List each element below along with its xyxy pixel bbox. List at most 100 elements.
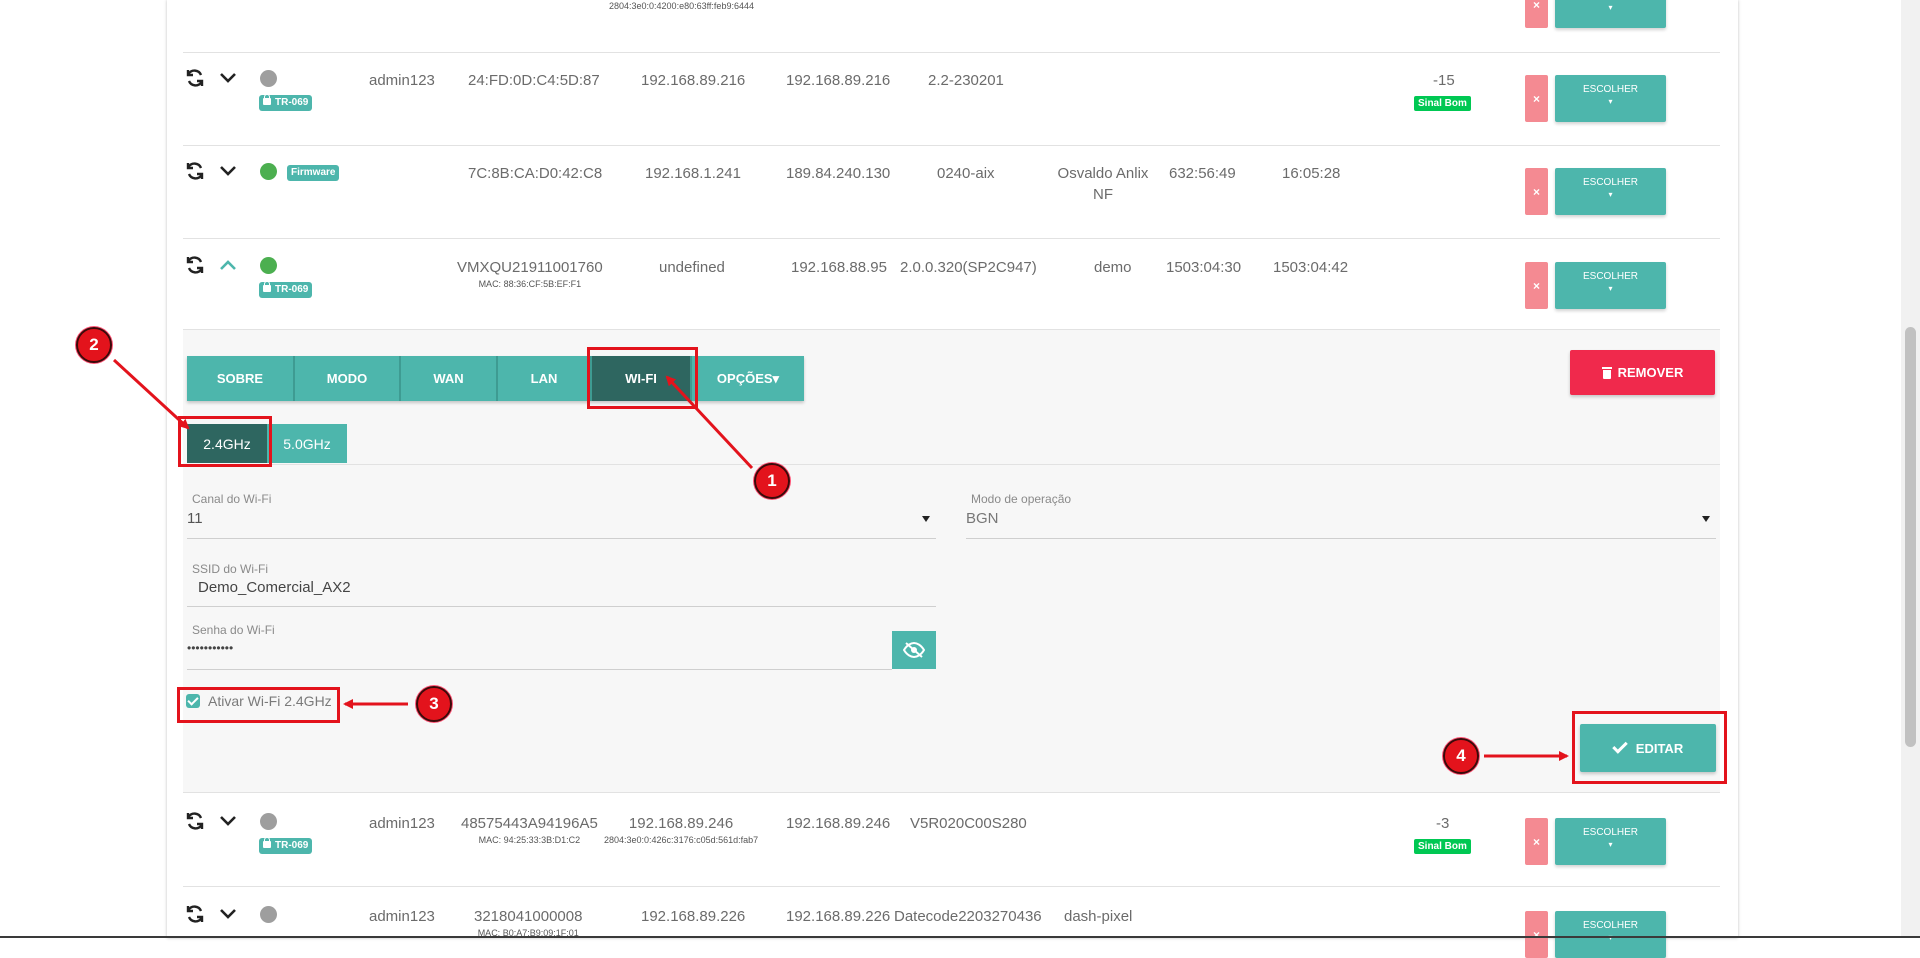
table-row: 2804:3e0:0:4200:e80:63ff:feb9:6444 × ESC… xyxy=(183,0,1720,53)
choose-button[interactable]: ESCOLHER▾ xyxy=(1555,818,1666,865)
signal-cell: -3 xyxy=(1436,815,1450,832)
choose-button[interactable]: ESCOLHER▾ xyxy=(1555,75,1666,122)
sync-icon[interactable] xyxy=(185,811,205,831)
delete-button[interactable]: × xyxy=(1525,75,1548,122)
annotation-marker-1: 1 xyxy=(754,463,790,499)
serial-cell: 3218041000008 MAC: B0:A7:B9:09:1F:01 xyxy=(474,908,583,938)
signal-badge: Sinal Bom xyxy=(1414,96,1471,111)
ip-public-cell: 192.168.89.246 xyxy=(786,815,891,832)
sync-icon[interactable] xyxy=(185,255,205,275)
wifi-ssid-field[interactable]: SSID do Wi-Fi Demo_Comercial_AX2 xyxy=(187,556,936,607)
uptime-cell: 632:56:49 xyxy=(1169,165,1236,182)
status-dot xyxy=(260,70,277,87)
chevron-up-icon[interactable] xyxy=(219,258,237,272)
annotation-marker-2: 2 xyxy=(76,327,112,363)
sync-icon[interactable] xyxy=(185,161,205,181)
firmware-tag: Firmware xyxy=(287,165,340,181)
table-row: admin123 3218041000008 MAC: B0:A7:B9:09:1… xyxy=(183,887,1720,958)
delete-button[interactable]: × xyxy=(1525,0,1548,28)
tab-lan[interactable]: LAN xyxy=(498,356,592,401)
vertical-scrollbar[interactable] xyxy=(1901,0,1920,938)
chevron-down-icon[interactable] xyxy=(219,814,237,828)
sync-icon[interactable] xyxy=(185,68,205,88)
tr069-tag: TR-069 xyxy=(259,94,313,111)
tab-modo[interactable]: MODO xyxy=(295,356,401,401)
detail-tabs: SOBRE MODO WAN LAN WI-FI OPÇÕES▾ xyxy=(187,356,804,401)
choose-button[interactable]: ESCOLHER▾ xyxy=(1555,0,1666,28)
mac-cell: 7C:8B:CA:D0:42:C8 xyxy=(468,165,603,182)
signal-cell: -15 xyxy=(1433,72,1455,89)
uptime-cell: 1503:04:30 xyxy=(1166,259,1242,276)
annotation-marker-3: 3 xyxy=(416,686,452,722)
signal-badge: Sinal Bom xyxy=(1414,839,1471,854)
ip-local-cell: 192.168.89.216 xyxy=(641,72,746,89)
delete-button[interactable]: × xyxy=(1525,262,1548,309)
annotation-marker-4: 4 xyxy=(1443,738,1479,774)
name-cell: demo xyxy=(1094,259,1132,276)
delete-button[interactable]: × xyxy=(1525,911,1548,958)
choose-button[interactable]: ESCOLHER▾ xyxy=(1555,262,1666,309)
tr069-tag: TR-069 xyxy=(259,281,313,298)
scrollbar-thumb[interactable] xyxy=(1905,327,1916,747)
ip-public-cell: 192.168.89.226 xyxy=(786,908,891,925)
divider xyxy=(183,464,1720,465)
eye-slash-icon xyxy=(903,642,925,658)
tab-sobre[interactable]: SOBRE xyxy=(187,356,295,401)
ip-local-cell: 192.168.89.246 2804:3e0:0:426c:3176:c05d:… xyxy=(604,815,759,845)
name-cell: dash-pixel xyxy=(1064,908,1133,925)
version-cell: 2.0.0.320(SP2C947) xyxy=(900,259,1037,276)
user-cell: undefined xyxy=(659,259,725,276)
tab-opcoes[interactable]: OPÇÕES▾ xyxy=(692,356,804,401)
delete-button[interactable]: × xyxy=(1525,168,1548,215)
wifi-password-field[interactable]: Senha do Wi-Fi ••••••••••• xyxy=(187,617,892,670)
status-dot xyxy=(260,163,277,180)
ip-local-cell: 192.168.89.226 xyxy=(641,908,746,925)
chevron-down-icon[interactable] xyxy=(219,164,237,178)
lock-icon xyxy=(263,837,271,848)
sync-icon[interactable] xyxy=(185,904,205,924)
device-detail-panel: SOBRE MODO WAN LAN WI-FI OPÇÕES▾ REMOVER… xyxy=(183,330,1720,793)
lock-icon xyxy=(263,281,271,292)
version-cell: 0240-aix xyxy=(937,165,995,182)
toggle-password-visibility-button[interactable] xyxy=(892,631,936,669)
user-cell: admin123 xyxy=(369,815,435,832)
status-dot xyxy=(260,257,277,274)
ip-local-cell: 192.168.1.241 xyxy=(645,165,741,182)
choose-button[interactable]: ESCOLHER▾ xyxy=(1555,911,1666,958)
chevron-down-icon[interactable] xyxy=(219,907,237,921)
table-row: Firmware 7C:8B:CA:D0:42:C8 192.168.1.241… xyxy=(183,146,1720,239)
ip-public-cell: 189.84.240.130 xyxy=(786,165,891,182)
annotation-box-enable-wifi xyxy=(177,687,340,723)
user-cell: admin123 xyxy=(369,72,435,89)
user-cell: admin123 xyxy=(369,908,435,925)
dropdown-arrow-icon xyxy=(1702,516,1710,522)
chevron-down-icon[interactable] xyxy=(219,71,237,85)
status-dot xyxy=(260,906,277,923)
choose-button[interactable]: ESCOLHER▾ xyxy=(1555,168,1666,215)
trash-icon xyxy=(1601,366,1612,379)
wifi-mode-select[interactable]: Modo de operação BGN xyxy=(966,486,1716,539)
wifi-channel-select[interactable]: Canal do Wi-Fi 11 xyxy=(187,486,936,539)
table-row: TR-069 admin123 48575443A94196A5 MAC: 94:… xyxy=(183,794,1720,887)
delete-button[interactable]: × xyxy=(1525,818,1548,865)
band-tab-5-0ghz[interactable]: 5.0GHz xyxy=(267,424,347,463)
name-cell: Osvaldo Anlix NF xyxy=(1057,165,1149,203)
status-dot xyxy=(260,813,277,830)
lock-icon xyxy=(263,94,271,105)
version-cell: 2.2-230201 xyxy=(928,72,1004,89)
version-cell: Datecode2203270436 xyxy=(894,908,1042,925)
annotation-box-wifi-tab xyxy=(587,347,698,409)
table-row: TR-069 admin123 24:FD:0D:C4:5D:87 192.16… xyxy=(183,53,1720,146)
serial-cell: 48575443A94196A5 MAC: 94:25:33:3B:D1:C2 xyxy=(461,815,598,845)
serial-cell: VMXQU21911001760 MAC: 88:36:CF:5B:EF:F1 xyxy=(457,259,603,289)
dropdown-arrow-icon xyxy=(922,516,930,522)
mac-cell: 24:FD:0D:C4:5D:87 xyxy=(468,72,600,89)
version-cell: V5R020C00S280 xyxy=(910,815,1027,832)
table-row: TR-069 VMXQU21911001760 MAC: 88:36:CF:5B:… xyxy=(183,239,1720,330)
ip-public-cell: 192.168.89.216 xyxy=(786,72,891,89)
conn-time-cell: 1503:04:42 xyxy=(1273,259,1349,276)
tab-wan[interactable]: WAN xyxy=(401,356,498,401)
tr069-tag: TR-069 xyxy=(259,837,313,854)
remove-button[interactable]: REMOVER xyxy=(1570,350,1715,395)
annotation-box-2-4ghz xyxy=(178,416,272,467)
